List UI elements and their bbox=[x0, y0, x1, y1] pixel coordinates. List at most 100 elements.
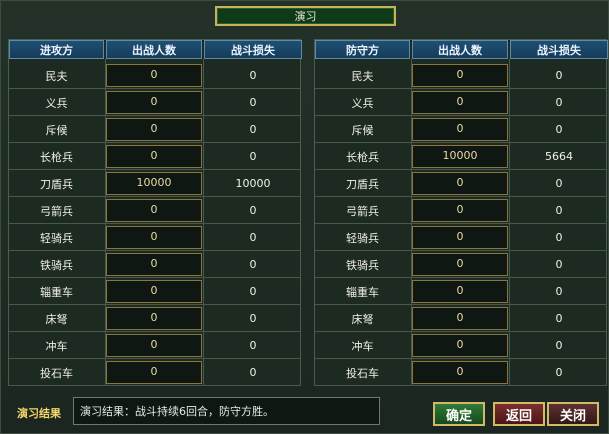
attacker-unit-count-field[interactable]: 0 bbox=[106, 118, 202, 141]
defender-unit-loss: 0 bbox=[555, 69, 563, 82]
defender-unit-loss: 0 bbox=[555, 312, 563, 325]
attacker-unit-count-field[interactable]: 0 bbox=[106, 280, 202, 303]
defender-header-row: 防守方 出战人数 战斗损失 bbox=[315, 40, 608, 59]
defender-unit-count-field[interactable]: 0 bbox=[412, 64, 508, 87]
attacker-unit-loss: 0 bbox=[249, 96, 257, 109]
attacker-unit-row: 义兵 0 0 bbox=[9, 89, 300, 116]
defender-unit-name: 铁骑兵 bbox=[346, 258, 379, 272]
attacker-unit-row: 冲车 0 0 bbox=[9, 332, 300, 359]
defender-unit-loss: 0 bbox=[555, 204, 563, 217]
attacker-unit-count-field[interactable]: 0 bbox=[106, 307, 202, 330]
attacker-header-loss: 战斗损失 bbox=[204, 40, 302, 59]
attacker-unit-loss: 0 bbox=[249, 366, 257, 379]
defender-unit-loss: 0 bbox=[555, 231, 563, 244]
attacker-unit-row: 弓箭兵 0 0 bbox=[9, 197, 300, 224]
attacker-unit-row: 铁骑兵 0 0 bbox=[9, 251, 300, 278]
attacker-unit-count-field[interactable]: 0 bbox=[106, 226, 202, 249]
drill-window: 演习 进攻方 出战人数 战斗损失 民夫 0 0 义兵 0 0 斥候 0 0 长枪兵 0 0 刀盾兵 100… bbox=[0, 0, 609, 434]
attacker-unit-name: 义兵 bbox=[45, 96, 68, 110]
defender-unit-name: 弓箭兵 bbox=[346, 204, 379, 218]
defender-unit-name: 长枪兵 bbox=[346, 150, 379, 164]
defender-unit-count-field[interactable]: 10000 bbox=[412, 145, 508, 168]
defender-unit-name: 辎重车 bbox=[346, 285, 379, 299]
attacker-unit-row: 床弩 0 0 bbox=[9, 305, 300, 332]
attacker-unit-count-field[interactable]: 0 bbox=[106, 334, 202, 357]
defender-unit-row: 辎重车 0 0 bbox=[315, 278, 606, 305]
result-box: 演习结果：战斗持续6回合，防守方胜。 bbox=[73, 397, 380, 425]
defender-unit-count-field[interactable]: 0 bbox=[412, 172, 508, 195]
defender-unit-row: 投石车 0 0 bbox=[315, 359, 606, 386]
defender-unit-row: 斥候 0 0 bbox=[315, 116, 606, 143]
defender-unit-loss: 0 bbox=[555, 366, 563, 379]
defender-unit-loss: 0 bbox=[555, 123, 563, 136]
attacker-unit-loss: 0 bbox=[249, 204, 257, 217]
attacker-unit-loss: 10000 bbox=[235, 177, 271, 190]
defender-unit-loss: 0 bbox=[555, 258, 563, 271]
defender-unit-loss: 0 bbox=[555, 339, 563, 352]
attacker-unit-loss: 0 bbox=[249, 69, 257, 82]
attacker-unit-loss: 0 bbox=[249, 312, 257, 325]
defender-header-side: 防守方 bbox=[315, 40, 410, 59]
defender-unit-name: 义兵 bbox=[351, 96, 374, 110]
attacker-unit-name: 民夫 bbox=[45, 69, 68, 83]
defender-unit-name: 冲车 bbox=[351, 339, 374, 353]
defender-unit-count-field[interactable]: 0 bbox=[412, 118, 508, 141]
attacker-unit-name: 冲车 bbox=[45, 339, 68, 353]
attacker-unit-name: 长枪兵 bbox=[40, 150, 73, 164]
defender-unit-row: 床弩 0 0 bbox=[315, 305, 606, 332]
defender-header-count: 出战人数 bbox=[412, 40, 508, 59]
attacker-unit-count-field[interactable]: 0 bbox=[106, 145, 202, 168]
defender-unit-count-field[interactable]: 0 bbox=[412, 91, 508, 114]
attacker-unit-count-field[interactable]: 10000 bbox=[106, 172, 202, 195]
defender-unit-count-field[interactable]: 0 bbox=[412, 253, 508, 276]
close-button-label: 关闭 bbox=[559, 408, 586, 424]
defender-unit-count-field[interactable]: 0 bbox=[412, 226, 508, 249]
attacker-unit-count-field[interactable]: 0 bbox=[106, 199, 202, 222]
close-button[interactable]: 关闭 bbox=[547, 402, 599, 426]
defender-unit-row: 轻骑兵 0 0 bbox=[315, 224, 606, 251]
defender-unit-row: 弓箭兵 0 0 bbox=[315, 197, 606, 224]
attacker-unit-row: 民夫 0 0 bbox=[9, 62, 300, 89]
attacker-header-row: 进攻方 出战人数 战斗损失 bbox=[9, 40, 302, 59]
attacker-unit-count-field[interactable]: 0 bbox=[106, 91, 202, 114]
attacker-unit-count-field[interactable]: 0 bbox=[106, 253, 202, 276]
defender-unit-count-field[interactable]: 0 bbox=[412, 199, 508, 222]
defender-unit-name: 斥候 bbox=[351, 123, 374, 137]
attacker-unit-name: 斥候 bbox=[45, 123, 68, 137]
defender-unit-loss: 5664 bbox=[545, 150, 573, 163]
window-title-text: 演习 bbox=[294, 10, 317, 23]
attacker-unit-row: 投石车 0 0 bbox=[9, 359, 300, 386]
defender-unit-count-field[interactable]: 0 bbox=[412, 361, 508, 384]
defender-unit-count-field[interactable]: 0 bbox=[412, 307, 508, 330]
attacker-unit-loss: 0 bbox=[249, 150, 257, 163]
attacker-unit-loss: 0 bbox=[249, 123, 257, 136]
back-button[interactable]: 返回 bbox=[493, 402, 545, 426]
attacker-unit-loss: 0 bbox=[249, 231, 257, 244]
attacker-unit-name: 床弩 bbox=[45, 312, 68, 326]
attacker-unit-row: 辎重车 0 0 bbox=[9, 278, 300, 305]
defender-unit-name: 民夫 bbox=[351, 69, 374, 83]
result-text: 演习结果：战斗持续6回合，防守方胜。 bbox=[80, 405, 274, 418]
result-label: 演习结果 bbox=[17, 407, 61, 420]
defender-unit-row: 义兵 0 0 bbox=[315, 89, 606, 116]
confirm-button-label: 确定 bbox=[445, 408, 472, 424]
defender-unit-count-field[interactable]: 0 bbox=[412, 334, 508, 357]
defender-unit-row: 铁骑兵 0 0 bbox=[315, 251, 606, 278]
defender-header-loss: 战斗损失 bbox=[510, 40, 608, 59]
attacker-unit-name: 弓箭兵 bbox=[40, 204, 73, 218]
attacker-unit-loss: 0 bbox=[249, 285, 257, 298]
defender-unit-count-field[interactable]: 0 bbox=[412, 280, 508, 303]
defender-unit-loss: 0 bbox=[555, 285, 563, 298]
back-button-label: 返回 bbox=[505, 408, 532, 424]
window-title: 演习 bbox=[215, 6, 396, 26]
attacker-unit-count-field[interactable]: 0 bbox=[106, 361, 202, 384]
defender-unit-row: 刀盾兵 0 0 bbox=[315, 170, 606, 197]
defender-unit-name: 床弩 bbox=[351, 312, 374, 326]
defender-unit-loss: 0 bbox=[555, 96, 563, 109]
confirm-button[interactable]: 确定 bbox=[433, 402, 485, 426]
attacker-unit-name: 辎重车 bbox=[40, 285, 73, 299]
attacker-unit-name: 铁骑兵 bbox=[40, 258, 73, 272]
attacker-unit-count-field[interactable]: 0 bbox=[106, 64, 202, 87]
attacker-unit-row: 长枪兵 0 0 bbox=[9, 143, 300, 170]
attacker-unit-row: 轻骑兵 0 0 bbox=[9, 224, 300, 251]
